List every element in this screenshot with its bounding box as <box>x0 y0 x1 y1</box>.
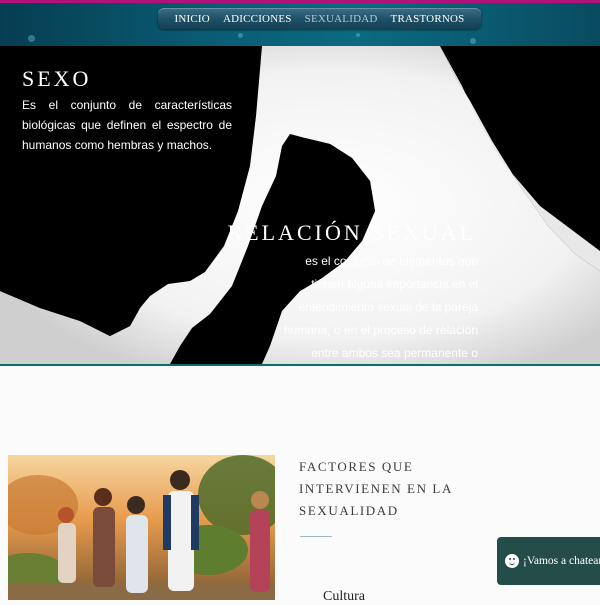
chat-button[interactable]: ¡Vamos a chatear! <box>497 537 600 585</box>
nav-item-sexualidad[interactable]: SEXUALIDAD <box>305 13 378 25</box>
bokeh-light <box>28 35 35 42</box>
hero-text-relacion: es el conjunto de elementos que tienen a… <box>283 254 478 360</box>
bokeh-light <box>238 33 243 38</box>
main-nav: INICIO ADICCIONES SEXUALIDAD TRASTORNOS <box>158 8 481 29</box>
bokeh-light <box>470 38 476 44</box>
factor-item-culture: Cultura <box>323 589 365 604</box>
section-title: FACTORES QUE INTERVIENEN EN LA SEXUALIDA… <box>299 459 453 518</box>
nav-item-inicio[interactable]: INICIO <box>175 13 210 25</box>
top-bar: INICIO ADICCIONES SEXUALIDAD TRASTORNOS <box>0 0 600 46</box>
chat-label: ¡Vamos a chatear! <box>523 555 600 567</box>
nav-item-adicciones[interactable]: ADICCIONES <box>223 13 292 25</box>
nav-item-trastornos[interactable]: TRASTORNOS <box>391 13 465 25</box>
hero-title-relacion: RELACIÓN SEXUAL <box>227 220 476 245</box>
friends-photo <box>8 455 275 600</box>
smile-icon <box>505 554 519 568</box>
hero-banner: SEXO Es el conjunto de características b… <box>0 46 600 366</box>
bokeh-light <box>356 33 360 37</box>
title-divider <box>300 536 332 537</box>
hero-title-sexo: SEXO <box>22 66 92 91</box>
hero-text-sexo: Es el conjunto de características biológ… <box>22 98 232 152</box>
